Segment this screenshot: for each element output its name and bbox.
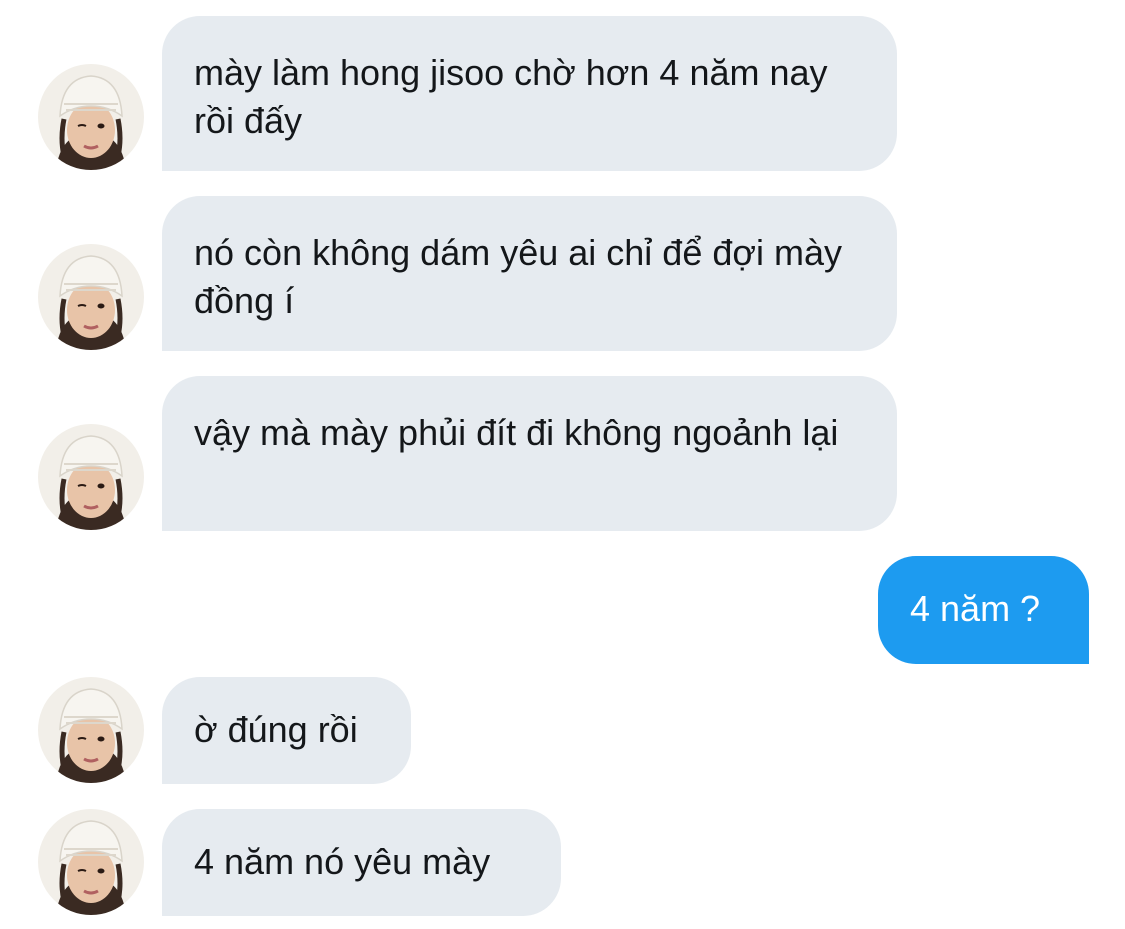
message-text: 4 năm nó yêu mày <box>194 841 491 882</box>
avatar-icon <box>38 424 144 530</box>
message-text: 4 năm ? <box>910 588 1041 629</box>
avatar-icon <box>38 64 144 170</box>
avatar-icon <box>38 244 144 350</box>
message-bubble-incoming[interactable]: 4 năm nó yêu mày <box>162 809 561 916</box>
message-text: mày làm hong jisoo chờ hơn 4 năm nay rồi… <box>194 52 828 141</box>
message-text: vậy mà mày phủi đít đi không ngoảnh lại <box>194 412 839 453</box>
message-bubble-outgoing[interactable]: 4 năm ? <box>878 556 1089 664</box>
sender-avatar[interactable] <box>38 424 144 530</box>
message-text: ờ đúng rồi <box>194 709 358 750</box>
chat-thread: mày làm hong jisoo chờ hơn 4 năm nay rồi… <box>0 0 1125 929</box>
message-text: nó còn không dám yêu ai chỉ để đợi mày đ… <box>194 232 842 321</box>
avatar-icon <box>38 809 144 915</box>
sender-avatar[interactable] <box>38 677 144 783</box>
sender-avatar[interactable] <box>38 244 144 350</box>
sender-avatar[interactable] <box>38 809 144 915</box>
message-bubble-incoming[interactable]: nó còn không dám yêu ai chỉ để đợi mày đ… <box>162 196 897 351</box>
message-bubble-incoming[interactable]: mày làm hong jisoo chờ hơn 4 năm nay rồi… <box>162 16 897 171</box>
message-bubble-incoming[interactable]: ờ đúng rồi <box>162 677 411 784</box>
avatar-icon <box>38 677 144 783</box>
message-bubble-incoming[interactable]: vậy mà mày phủi đít đi không ngoảnh lại <box>162 376 897 531</box>
sender-avatar[interactable] <box>38 64 144 170</box>
